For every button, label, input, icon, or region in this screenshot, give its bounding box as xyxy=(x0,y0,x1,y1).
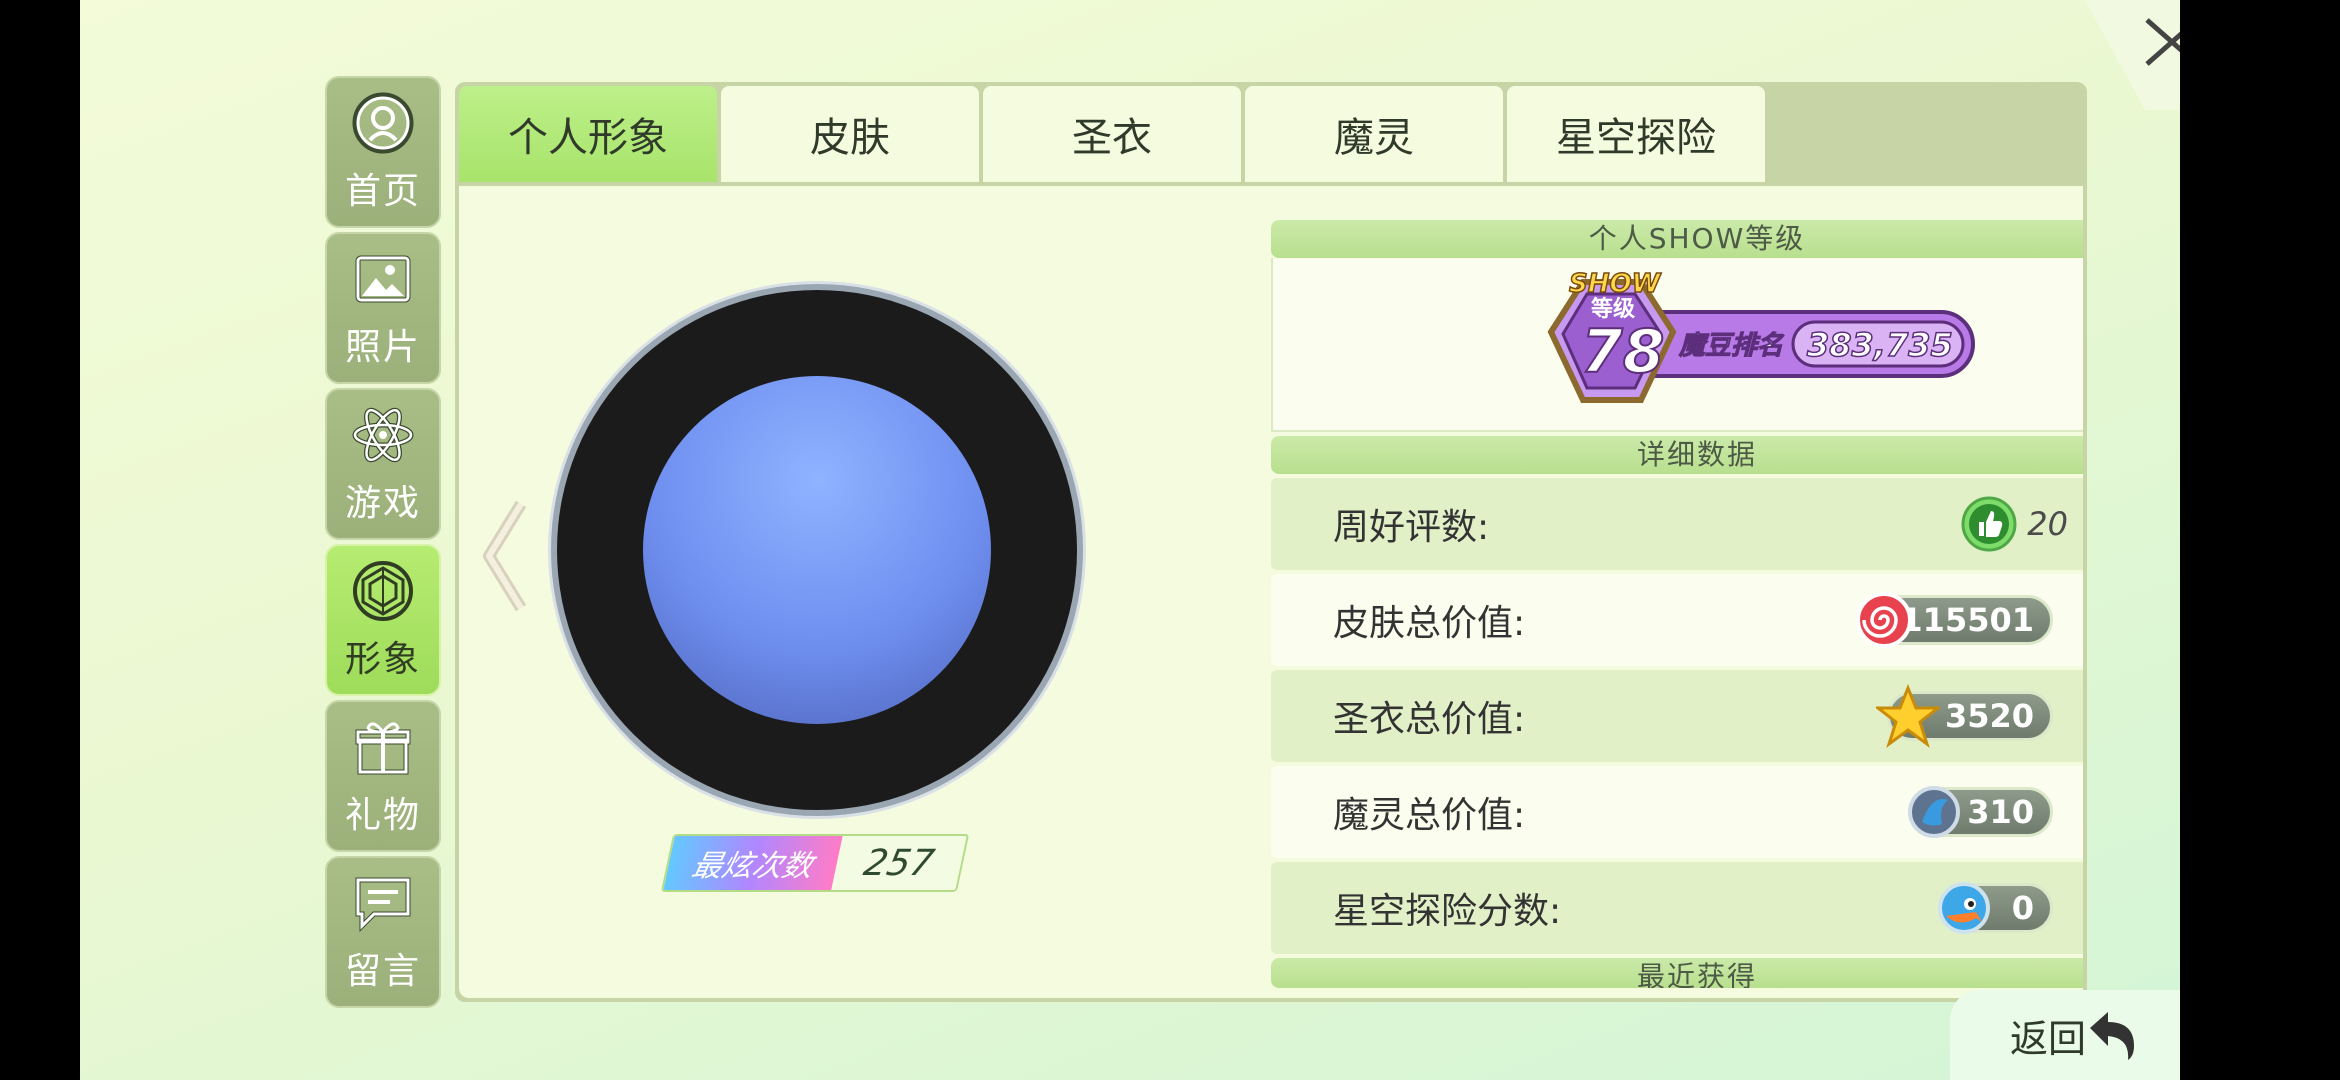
stat-label: 周好评数: xyxy=(1333,507,1490,548)
sidebar-item-messages[interactable]: 留言 xyxy=(325,856,441,1008)
show-level-badge: SHOW 等级 78 魔豆排名 383,735 xyxy=(1547,268,1975,403)
tab-star-adventure[interactable]: 星空探险 xyxy=(1507,86,1765,182)
sidebar-item-label: 首页 xyxy=(344,171,421,212)
stat-label: 魔灵总价值: xyxy=(1333,795,1526,836)
stat-value: 20 xyxy=(2027,505,2068,543)
star-icon xyxy=(1876,684,1940,748)
spirit-orb-icon xyxy=(1908,786,1960,838)
thumbs-up-icon xyxy=(1961,496,2017,552)
avatar-image xyxy=(643,376,991,724)
sidebar-item-label: 形象 xyxy=(344,639,421,680)
tab-content: 最炫次数 257 个人SHOW等级 SHOW 等级 78 魔豆排名 383,73… xyxy=(459,186,2083,998)
armor-value-pill: 3520 xyxy=(1876,684,2053,748)
message-icon xyxy=(355,877,411,933)
stat-row-skin-value: 皮肤总价值: 115501 xyxy=(1271,574,2083,666)
tab-armor[interactable]: 圣衣 xyxy=(983,86,1241,182)
photo-icon xyxy=(355,255,411,303)
back-button[interactable]: 返回 xyxy=(1950,990,2200,1080)
rank-label: 魔豆排名 xyxy=(1678,331,1785,361)
bird-icon xyxy=(1938,882,1990,934)
cool-count-label: 最炫次数 xyxy=(663,836,843,890)
user-circle-icon xyxy=(352,92,414,154)
sidebar-item-label: 照片 xyxy=(344,327,421,368)
stat-value: 310 xyxy=(1967,793,2034,831)
atom-icon xyxy=(352,407,414,463)
sidebar-item-image[interactable]: 形象 xyxy=(325,544,441,696)
main-panel: 个人形象 皮肤 圣衣 魔灵 星空探险 最炫次数 257 个人SHOW等级 SHO… xyxy=(455,82,2087,1002)
right-black-bar xyxy=(2180,0,2260,1080)
chevron-left-icon[interactable] xyxy=(475,496,535,616)
show-text: SHOW xyxy=(1569,269,1662,299)
sidebar: 首页 照片 游戏 形象 礼物 留言 xyxy=(325,76,441,1012)
show-level-box: SHOW 等级 78 魔豆排名 383,735 xyxy=(1271,258,2083,432)
recent-header: 最近获得 xyxy=(1271,958,2083,988)
level-number: 78 xyxy=(1581,317,1665,387)
app-screen: 首页 照片 游戏 形象 礼物 留言 个人形象 皮肤 圣衣 魔灵 星空探险 最炫次… xyxy=(80,0,2260,1080)
back-arrow-icon xyxy=(2090,1012,2134,1060)
stats-column: 个人SHOW等级 SHOW 等级 78 魔豆排名 383,735 详细数据 周好… xyxy=(1271,220,2083,988)
sidebar-item-home[interactable]: 首页 xyxy=(325,76,441,228)
swirl-candy-icon xyxy=(1856,592,1912,648)
rank-value: 383,735 xyxy=(1807,326,1953,364)
gem-icon xyxy=(353,561,413,621)
stat-row-star-adventure: 星空探险分数: 0 xyxy=(1271,862,2083,954)
tab-spirit[interactable]: 魔灵 xyxy=(1245,86,1503,182)
avatar[interactable] xyxy=(557,290,1077,810)
stat-label: 皮肤总价值: xyxy=(1333,603,1526,644)
stat-value: 115501 xyxy=(1900,601,2034,639)
cool-count-value: 257 xyxy=(831,836,967,890)
gift-icon xyxy=(355,722,411,775)
stat-row-armor-value: 圣衣总价值: 3520 xyxy=(1271,670,2083,762)
sidebar-item-games[interactable]: 游戏 xyxy=(325,388,441,540)
star-adventure-pill: 0 xyxy=(1938,882,2053,934)
sidebar-item-photos[interactable]: 照片 xyxy=(325,232,441,384)
stat-row-weekly-likes: 周好评数: 20 xyxy=(1271,478,2083,570)
sidebar-item-label: 留言 xyxy=(344,951,421,992)
sidebar-item-label: 礼物 xyxy=(344,795,421,836)
stat-label: 圣衣总价值: xyxy=(1333,699,1526,740)
details-header: 详细数据 xyxy=(1271,436,2083,474)
spirit-value-pill: 310 xyxy=(1908,786,2053,838)
stat-value: 3520 xyxy=(1944,697,2034,735)
tab-skin[interactable]: 皮肤 xyxy=(721,86,979,182)
skin-value-pill: 115501 xyxy=(1856,592,2053,648)
stat-label: 星空探险分数: xyxy=(1333,891,1562,932)
cool-count-badge: 最炫次数 257 xyxy=(660,834,970,892)
tab-bar: 个人形象 皮肤 圣衣 魔灵 星空探险 xyxy=(459,86,1769,182)
weekly-likes-value: 20 xyxy=(1961,496,2068,552)
back-label: 返回 xyxy=(2009,1016,2086,1061)
sidebar-item-gifts[interactable]: 礼物 xyxy=(325,700,441,852)
sidebar-item-label: 游戏 xyxy=(344,483,421,524)
stat-value: 0 xyxy=(2011,889,2034,927)
show-level-header: 个人SHOW等级 xyxy=(1271,220,2083,258)
tab-personal-image[interactable]: 个人形象 xyxy=(459,86,717,182)
stat-row-spirit-value: 魔灵总价值: 310 xyxy=(1271,766,2083,858)
